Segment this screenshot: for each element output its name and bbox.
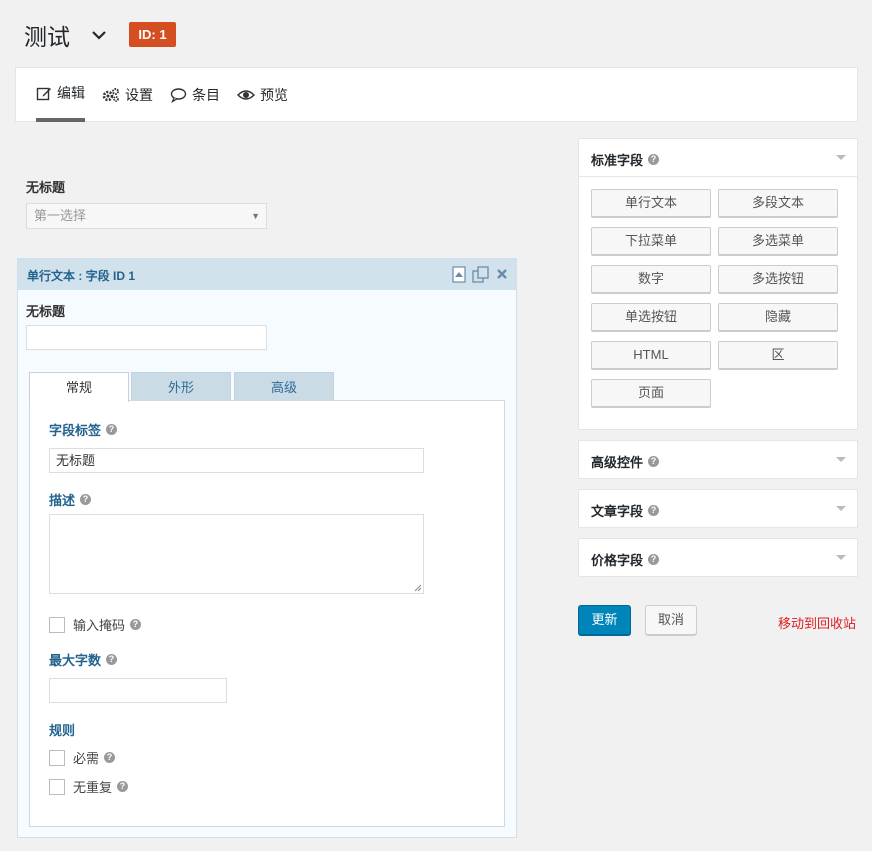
- help-icon[interactable]: ?: [648, 505, 660, 516]
- price-fields-title: 价格字段: [591, 553, 644, 568]
- input-mask-label: 输入掩码: [73, 618, 126, 633]
- panel-divider: [579, 176, 857, 177]
- rules-title: 规则: [49, 720, 75, 739]
- help-icon[interactable]: ?: [648, 154, 660, 165]
- add-paragraph-text-button[interactable]: 多段文本: [718, 189, 838, 217]
- post-fields-header: 文章字段 ?: [591, 501, 660, 520]
- description-setting-title: 描述: [49, 493, 76, 508]
- field-label-setting-title: 字段标签: [49, 423, 102, 438]
- gears-icon: [102, 88, 119, 102]
- unique-label: 无重复: [73, 780, 113, 795]
- field-editor-header[interactable]: 单行文本 : 字段 ID 1: [18, 259, 516, 290]
- tab-general[interactable]: 常规: [29, 372, 129, 402]
- field-label-input[interactable]: 无标题: [49, 448, 424, 473]
- standard-fields-panel: 标准字段 ? 单行文本 多段文本 下拉菜单 多选菜单 数字 多选按钮 单选按钮 …: [578, 138, 858, 430]
- form-title: 测试: [24, 24, 70, 50]
- advanced-controls-panel[interactable]: 高级控件 ?: [578, 440, 858, 479]
- max-chars-setting: 最大字数 ?: [49, 650, 118, 669]
- add-html-button[interactable]: HTML: [591, 341, 711, 369]
- edit-icon: [36, 87, 51, 101]
- description-setting: 描述 ?: [49, 490, 92, 509]
- chevron-down-icon[interactable]: [90, 26, 108, 44]
- add-checkboxes-button[interactable]: 多选按钮: [718, 265, 838, 293]
- help-icon[interactable]: ?: [106, 654, 118, 665]
- field-label-setting: 字段标签 ?: [49, 420, 118, 439]
- panel-toggle-icon[interactable]: [836, 457, 846, 462]
- post-fields-title: 文章字段: [591, 504, 644, 519]
- update-button[interactable]: 更新: [578, 605, 631, 635]
- help-icon[interactable]: ?: [106, 424, 118, 435]
- panel-toggle-icon[interactable]: [836, 155, 846, 160]
- tab-entries[interactable]: 条目: [170, 68, 220, 122]
- advanced-controls-title: 高级控件: [591, 455, 644, 470]
- input-mask-checkbox[interactable]: [49, 616, 65, 633]
- tab-advanced[interactable]: 高级: [234, 372, 334, 401]
- description-textarea[interactable]: [49, 514, 424, 594]
- add-section-button[interactable]: 区: [718, 341, 838, 369]
- help-icon[interactable]: ?: [130, 619, 142, 630]
- required-label: 必需: [73, 751, 100, 766]
- section-label: 无标题: [26, 180, 66, 195]
- price-fields-header: 价格字段 ?: [591, 550, 660, 569]
- tab-settings-label: 设置: [125, 87, 153, 103]
- move-field-icon[interactable]: [452, 266, 466, 283]
- unique-option: 无重复 ?: [49, 777, 129, 796]
- tab-preview-label: 预览: [260, 87, 288, 103]
- panel-toggle-icon[interactable]: [836, 555, 846, 560]
- field-editor-title: 单行文本 : 字段 ID 1: [27, 269, 136, 283]
- required-option: 必需 ?: [49, 748, 116, 767]
- standard-fields-header[interactable]: 标准字段 ?: [591, 150, 660, 169]
- select-value: 第一选择: [34, 208, 87, 223]
- tab-edit-label: 编辑: [57, 85, 85, 101]
- form-id-badge: ID: 1: [129, 22, 176, 47]
- tab-preview[interactable]: 预览: [237, 68, 288, 122]
- resize-handle-icon[interactable]: [414, 584, 422, 592]
- required-checkbox[interactable]: [49, 749, 65, 766]
- tab-entries-label: 条目: [192, 87, 220, 103]
- rules-title-text: 规则: [49, 723, 76, 738]
- unique-checkbox[interactable]: [49, 778, 65, 795]
- max-chars-setting-title: 最大字数: [49, 653, 102, 668]
- add-hidden-button[interactable]: 隐藏: [718, 303, 838, 331]
- tab-edit[interactable]: 编辑: [36, 68, 85, 122]
- help-icon[interactable]: ?: [117, 781, 129, 792]
- move-to-trash-link[interactable]: 移动到回收站: [778, 613, 856, 632]
- tab-settings[interactable]: 设置: [102, 68, 153, 122]
- add-multiselect-button[interactable]: 多选菜单: [718, 227, 838, 255]
- form-nav-bar: 编辑 设置 条目 预览: [15, 67, 858, 122]
- eye-icon: [237, 90, 255, 100]
- panel-toggle-icon[interactable]: [836, 506, 846, 511]
- duplicate-field-icon[interactable]: [472, 266, 489, 283]
- help-icon[interactable]: ?: [104, 752, 116, 763]
- advanced-controls-header: 高级控件 ?: [591, 452, 660, 471]
- field-label: 无标题: [26, 304, 66, 319]
- post-fields-panel[interactable]: 文章字段 ?: [578, 489, 858, 528]
- add-single-line-text-button[interactable]: 单行文本: [591, 189, 711, 217]
- first-choice-select[interactable]: 第一选择 ▼: [26, 203, 267, 229]
- help-icon[interactable]: ?: [648, 554, 660, 565]
- add-radio-buttons-button[interactable]: 单选按钮: [591, 303, 711, 331]
- speech-bubble-icon: [170, 88, 187, 103]
- max-chars-input[interactable]: [49, 678, 227, 703]
- add-dropdown-button[interactable]: 下拉菜单: [591, 227, 711, 255]
- price-fields-panel[interactable]: 价格字段 ?: [578, 538, 858, 577]
- close-icon[interactable]: [496, 268, 508, 280]
- standard-fields-title: 标准字段: [591, 153, 644, 168]
- help-icon[interactable]: ?: [80, 494, 92, 505]
- add-number-button[interactable]: 数字: [591, 265, 711, 293]
- cancel-button[interactable]: 取消: [645, 605, 697, 635]
- add-page-button[interactable]: 页面: [591, 379, 711, 407]
- input-mask-option: 输入掩码 ?: [49, 615, 142, 634]
- field-preview-input[interactable]: [26, 325, 267, 350]
- tab-appearance[interactable]: 外形: [131, 372, 231, 401]
- help-icon[interactable]: ?: [648, 456, 660, 467]
- select-arrow-icon: ▼: [251, 211, 260, 221]
